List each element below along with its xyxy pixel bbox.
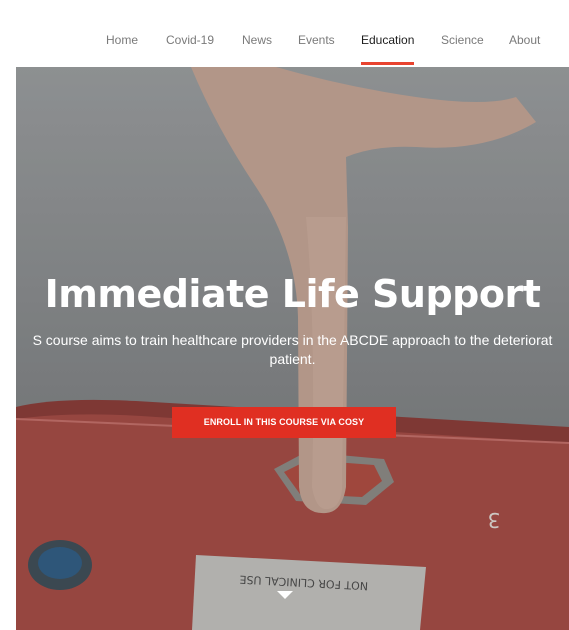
nav-item-covid-19[interactable]: Covid-19 bbox=[166, 33, 214, 47]
hero-description-line1: S course aims to train healthcare provid… bbox=[32, 332, 553, 348]
triangle-down-icon[interactable] bbox=[277, 591, 293, 599]
enroll-button[interactable]: ENROLL IN THIS COURSE VIA COSY bbox=[172, 407, 396, 438]
nav-item-education[interactable]: Education bbox=[361, 33, 414, 47]
nav-item-events[interactable]: Events bbox=[298, 33, 335, 47]
hero-title: Immediate Life Support bbox=[44, 272, 541, 316]
nav-item-home[interactable]: Home bbox=[106, 33, 138, 47]
hero-banner: NOT FOR CLINICAL USE 3 Immediate Life Su… bbox=[16, 67, 569, 630]
hero-description-line2: patient. bbox=[269, 351, 316, 367]
top-navigation: Home Covid-19 News Events Education Scie… bbox=[0, 0, 569, 67]
nav-item-news[interactable]: News bbox=[242, 33, 272, 47]
nav-item-science[interactable]: Science bbox=[441, 33, 484, 47]
hero-description: S course aims to train healthcare provid… bbox=[16, 331, 569, 369]
active-nav-indicator bbox=[361, 62, 414, 65]
nav-item-about[interactable]: About bbox=[509, 33, 540, 47]
